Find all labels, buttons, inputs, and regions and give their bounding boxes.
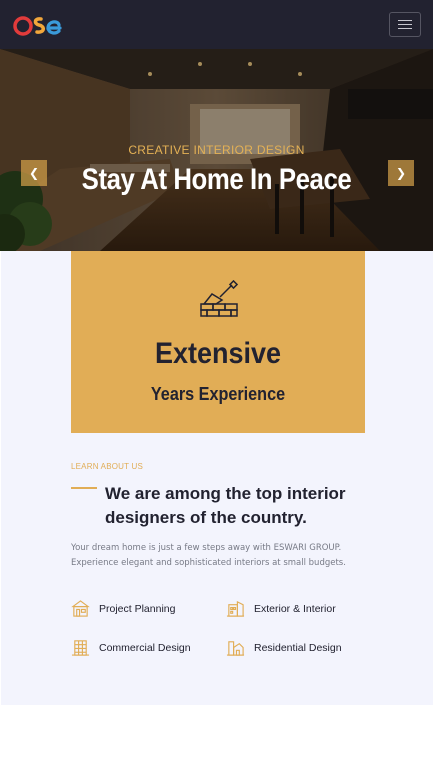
residential-home-icon xyxy=(226,641,245,656)
section-heading: We are among the top interior designers … xyxy=(105,484,346,527)
experience-card: Extensive Years Experience xyxy=(71,251,365,433)
hero-title: Stay At Home In Peace xyxy=(81,163,352,196)
feature-label: Commercial Design xyxy=(99,641,191,654)
feature-label: Exterior & Interior xyxy=(254,602,336,615)
feature-project-planning: Project Planning xyxy=(71,599,175,618)
logo-icon xyxy=(13,15,62,36)
about-section: Extensive Years Experience LEARN ABOUT U… xyxy=(1,251,433,705)
feature-residential-design: Residential Design xyxy=(226,638,342,657)
interior-icon xyxy=(226,600,245,617)
chevron-left-icon: ❮ xyxy=(28,166,40,180)
navbar xyxy=(0,0,433,49)
hero-carousel: CREATIVE INTERIOR DESIGN Stay At Home In… xyxy=(0,49,433,251)
feature-label: Residential Design xyxy=(254,641,342,654)
planning-icon xyxy=(71,600,90,617)
heading-accent-line xyxy=(71,487,97,489)
experience-headline: Extensive xyxy=(154,337,282,370)
carousel-next-button[interactable]: ❯ xyxy=(388,160,414,186)
navbar-toggler-button[interactable] xyxy=(389,12,421,37)
brick-trowel-icon xyxy=(200,280,239,317)
section-kicker: LEARN ABOUT US xyxy=(71,462,144,471)
feature-exterior-interior: Exterior & Interior xyxy=(226,599,336,618)
feature-commercial-design: Commercial Design xyxy=(71,638,191,657)
section-description: Your dream home is just a few steps away… xyxy=(71,543,346,568)
experience-subline: Years Experience xyxy=(150,384,286,404)
hero-subtitle: CREATIVE INTERIOR DESIGN xyxy=(128,143,305,157)
carousel-prev-button[interactable]: ❮ xyxy=(21,160,47,186)
commercial-building-icon xyxy=(71,640,90,656)
hamburger-icon xyxy=(398,20,412,21)
brand-logo[interactable] xyxy=(12,12,62,38)
chevron-right-icon: ❯ xyxy=(395,166,407,180)
feature-label: Project Planning xyxy=(99,602,176,615)
